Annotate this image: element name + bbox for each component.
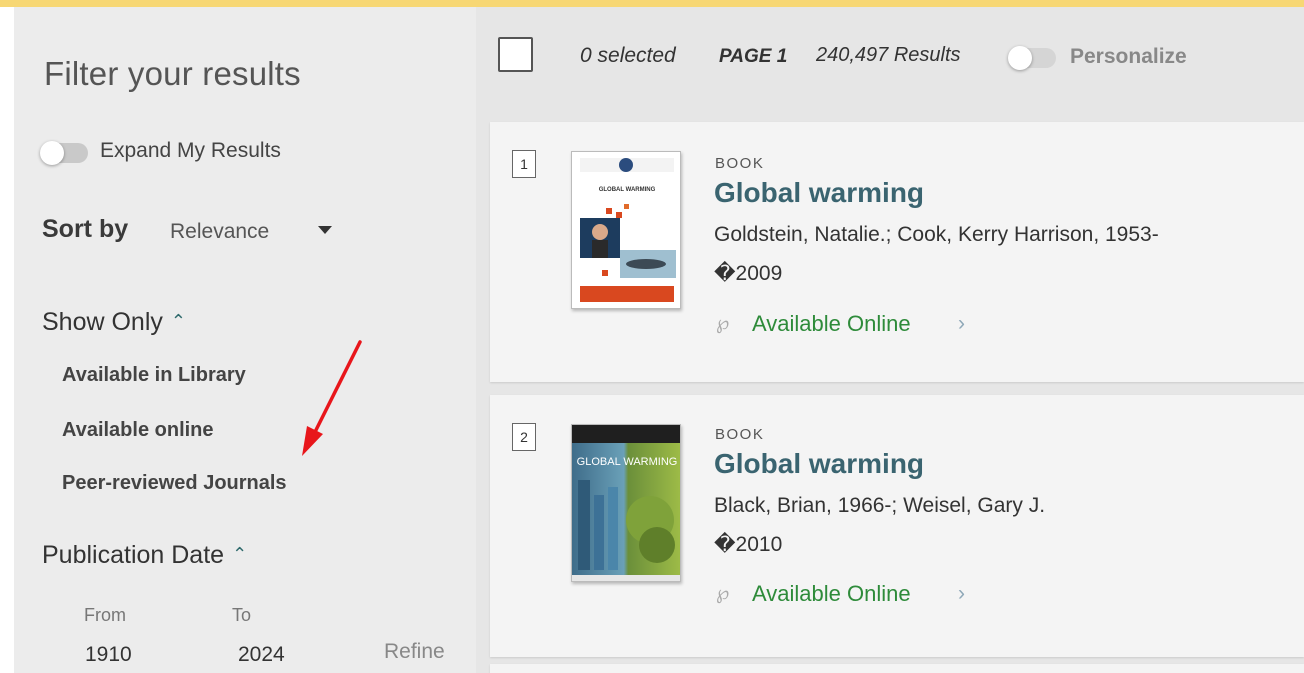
toggle-knob [40,141,64,165]
personalize-toggle[interactable] [1008,46,1056,70]
expand-results-toggle[interactable] [40,141,88,165]
cover-title-text: GLOBAL WARMING [599,187,656,193]
link-icon: ℘ [716,583,730,604]
caret-down-icon[interactable] [318,226,332,234]
filter-available-in-library[interactable]: Available in Library [62,364,246,387]
result-card[interactable] [490,664,1304,673]
date-from-label: From [84,605,126,625]
link-icon: ℘ [716,313,730,334]
cover-title-text: GLOBAL WARMING [577,456,678,468]
publication-date-heading[interactable]: Publication Date ⌃ [42,541,247,570]
filter-title: Filter your results [44,55,301,92]
available-online-link[interactable]: Available Online [752,581,911,607]
chevron-up-icon: ⌃ [170,311,186,331]
date-to-label: To [232,605,252,625]
date-to-input[interactable]: 2024 [238,643,285,667]
item-title-link[interactable]: Global warming [714,177,924,209]
sort-by-label: Sort by [42,215,129,243]
toggle-knob [1008,46,1032,70]
book-cover-thumbnail[interactable]: GLOBAL WARMING [571,151,681,309]
filter-peer-reviewed-journals[interactable]: Peer-reviewed Journals [62,472,287,495]
item-type: BOOK [715,155,765,172]
item-year: �2010 [714,533,783,556]
book-cover-art: GLOBAL WARMING [572,425,680,581]
book-cover-thumbnail[interactable]: GLOBAL WARMING [571,424,681,582]
show-only-heading-label: Show Only [42,308,163,336]
date-from-input[interactable]: 1910 [85,643,132,667]
results-count: 240,497 Results [816,44,961,66]
item-year: �2009 [714,262,783,285]
expand-results-label[interactable]: Expand My Results [100,139,281,163]
item-title-link[interactable]: Global warming [714,448,924,480]
chevron-right-icon[interactable]: › [958,312,965,336]
page-indicator: PAGE 1 [719,46,788,67]
personalize-label[interactable]: Personalize [1070,45,1187,69]
chevron-right-icon[interactable]: › [958,582,965,606]
selected-count: 0 selected [580,44,676,67]
result-number[interactable]: 1 [512,150,536,178]
top-accent-bar [0,0,1304,7]
available-online-link[interactable]: Available Online [752,311,911,337]
chevron-up-icon: ⌃ [232,544,248,564]
item-type: BOOK [715,426,765,443]
select-all-checkbox[interactable] [498,37,533,72]
result-number[interactable]: 2 [512,423,536,451]
refine-button[interactable]: Refine [384,640,445,664]
filter-sidebar [14,7,476,673]
show-only-heading[interactable]: Show Only ⌃ [42,308,186,337]
filter-available-online[interactable]: Available online [62,419,214,442]
sort-select[interactable]: Relevance [170,220,269,244]
item-authors: Goldstein, Natalie.; Cook, Kerry Harriso… [714,223,1159,246]
book-cover-art: GLOBAL WARMING [572,152,680,308]
publication-date-heading-label: Publication Date [42,541,225,569]
item-authors: Black, Brian, 1966-; Weisel, Gary J. [714,494,1046,517]
